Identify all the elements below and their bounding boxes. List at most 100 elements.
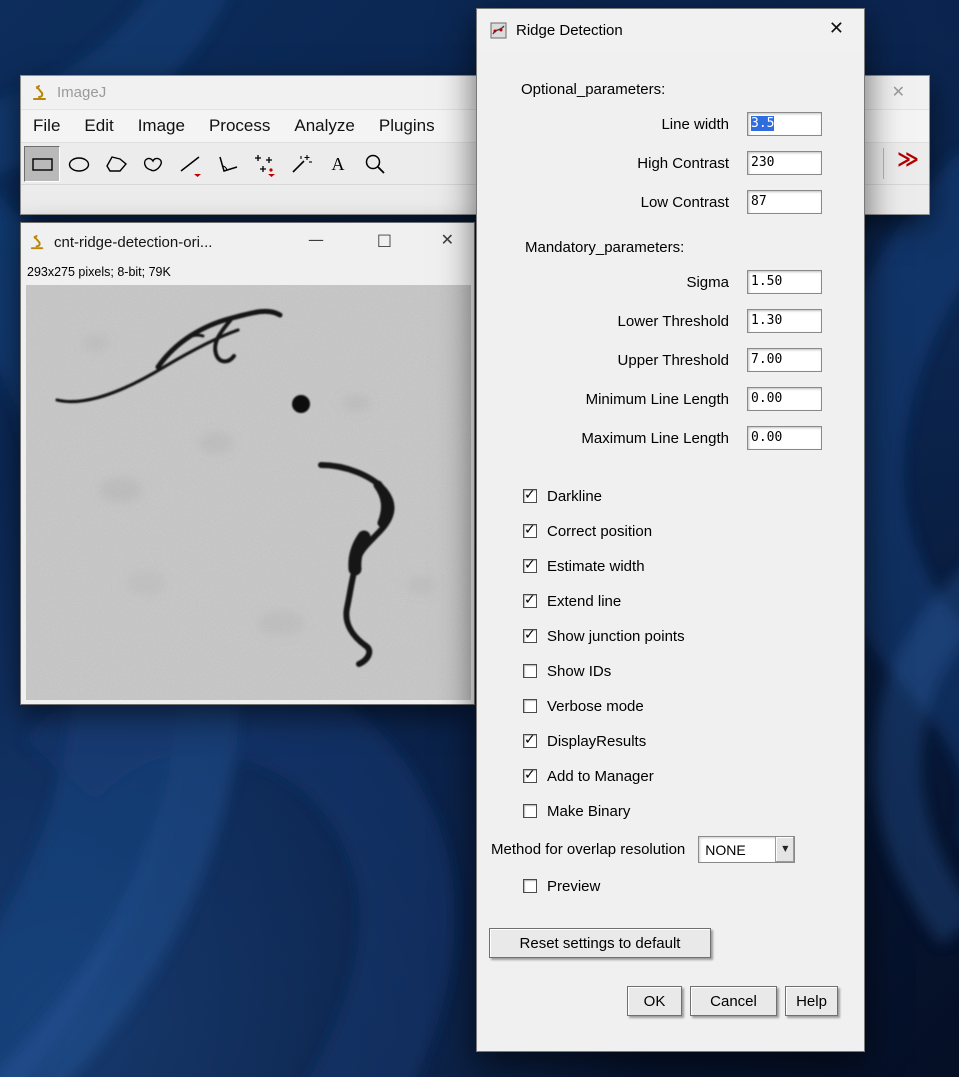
point-tool-button[interactable] — [246, 146, 282, 182]
menu-process[interactable]: Process — [209, 116, 270, 136]
field-row: Maximum Line Length 0.00 — [477, 425, 864, 451]
image-window-titlebar[interactable]: cnt-ridge-detection-ori... — □ ✕ — [21, 223, 474, 261]
rectangle-tool-button[interactable] — [24, 145, 60, 182]
lower-threshold-field[interactable]: 1.30 — [747, 309, 822, 333]
checkbox-show-ids[interactable]: Show IDs — [523, 660, 864, 682]
imagej-microscope-icon — [31, 84, 49, 102]
image-window-close-icon[interactable]: ✕ — [441, 232, 454, 248]
image-window-title: cnt-ridge-detection-ori... — [54, 233, 213, 251]
field-row: Low Contrast 87 — [477, 189, 864, 215]
menu-plugins[interactable]: Plugins — [379, 116, 435, 136]
imagej-window-title: ImageJ — [57, 84, 107, 101]
point-icon — [255, 154, 275, 177]
checkbox-verbose-mode[interactable]: Verbose mode — [523, 695, 864, 717]
menu-file[interactable]: File — [33, 116, 60, 136]
image-status-text: 293x275 pixels; 8-bit; 79K — [27, 265, 171, 279]
help-button[interactable]: Help — [785, 986, 838, 1016]
line-width-field[interactable]: 3.5 — [747, 112, 822, 136]
checkbox-make-binary[interactable]: Make Binary — [523, 800, 864, 822]
cancel-button[interactable]: Cancel — [690, 986, 777, 1016]
wand-icon — [292, 154, 312, 173]
menu-image[interactable]: Image — [138, 116, 185, 136]
freehand-icon — [143, 157, 163, 171]
dropdown-selected-value: NONE — [705, 841, 746, 858]
ridge-detection-dialog: Ridge Detection ✕ Optional_parameters: L… — [476, 8, 865, 1052]
oval-tool-button[interactable] — [61, 146, 97, 182]
minimize-icon[interactable]: — — [308, 232, 324, 248]
checkbox-group: Darkline Correct position Estimate width… — [477, 485, 864, 822]
checkbox-box[interactable] — [523, 732, 537, 748]
oval-icon — [68, 156, 90, 172]
checkbox-box[interactable] — [523, 487, 537, 503]
more-tools-icon[interactable]: ≫ — [897, 149, 919, 170]
checkbox-box[interactable] — [523, 664, 537, 678]
dialog-button-row: OK Cancel Help — [477, 986, 864, 1016]
field-row: High Contrast 230 — [477, 150, 864, 176]
field-row: Lower Threshold 1.30 — [477, 308, 864, 334]
high-contrast-label: High Contrast — [637, 154, 729, 172]
dialog-title: Ridge Detection — [516, 21, 623, 39]
checkbox-box[interactable] — [523, 522, 537, 538]
overlap-resolution-row: Method for overlap resolution NONE ▼ — [491, 835, 864, 863]
field-row: Minimum Line Length 0.00 — [477, 386, 864, 412]
minimum-line-length-field[interactable]: 0.00 — [747, 387, 822, 411]
ridge-detection-icon — [490, 22, 507, 39]
optional-parameters-header: Optional_parameters: — [521, 81, 666, 98]
checkbox-extend-line[interactable]: Extend line — [523, 590, 864, 612]
freehand-tool-button[interactable] — [135, 146, 171, 182]
angle-tool-button[interactable] — [209, 146, 245, 182]
line-icon — [180, 155, 201, 177]
image-canvas[interactable] — [26, 285, 471, 700]
checkbox-box[interactable] — [523, 557, 537, 573]
dialog-titlebar[interactable]: Ridge Detection ✕ — [477, 9, 864, 51]
minimum-line-length-label: Minimum Line Length — [585, 390, 729, 408]
reset-settings-button[interactable]: Reset settings to default — [489, 928, 711, 958]
menu-edit[interactable]: Edit — [84, 116, 113, 136]
dialog-close-icon[interactable]: ✕ — [829, 20, 844, 38]
checkbox-box[interactable] — [523, 879, 537, 893]
checkbox-darkline[interactable]: Darkline — [523, 485, 864, 507]
low-contrast-field[interactable]: 87 — [747, 190, 822, 214]
upper-threshold-field[interactable]: 7.00 — [747, 348, 822, 372]
zoom-tool-button[interactable] — [357, 146, 393, 182]
checkbox-preview[interactable]: Preview — [523, 875, 864, 897]
sigma-field[interactable]: 1.50 — [747, 270, 822, 294]
high-contrast-field[interactable]: 230 — [747, 151, 822, 175]
checkbox-box[interactable] — [523, 627, 537, 643]
line-tool-button[interactable] — [172, 146, 208, 182]
magnifier-icon — [365, 154, 385, 174]
rectangle-icon — [32, 157, 53, 171]
polygon-tool-button[interactable] — [98, 146, 134, 182]
line-width-label: Line width — [661, 115, 729, 133]
checkbox-correct-position[interactable]: Correct position — [523, 520, 864, 542]
maximum-line-length-field[interactable]: 0.00 — [747, 426, 822, 450]
low-contrast-label: Low Contrast — [640, 193, 729, 211]
checkbox-display-results[interactable]: DisplayResults — [523, 730, 864, 752]
checkbox-add-to-manager[interactable]: Add to Manager — [523, 765, 864, 787]
sigma-label: Sigma — [686, 273, 729, 291]
nanotube-image — [26, 285, 471, 700]
checkbox-show-junction-points[interactable]: Show junction points — [523, 625, 864, 647]
maximum-line-length-label: Maximum Line Length — [581, 429, 729, 447]
checkbox-box[interactable] — [523, 804, 537, 818]
overlap-method-dropdown[interactable]: NONE ▼ — [698, 835, 796, 863]
text-tool-button[interactable]: A — [320, 146, 356, 182]
checkbox-box[interactable] — [523, 767, 537, 783]
toolbar-separator — [883, 148, 884, 179]
checkbox-box[interactable] — [523, 699, 537, 713]
checkbox-box[interactable] — [523, 592, 537, 608]
menu-analyze[interactable]: Analyze — [294, 116, 354, 136]
text-icon: A — [332, 154, 345, 174]
lower-threshold-label: Lower Threshold — [617, 312, 729, 330]
ok-button[interactable]: OK — [627, 986, 682, 1016]
polygon-icon — [106, 155, 127, 172]
maximize-icon[interactable]: □ — [377, 232, 392, 248]
checkbox-estimate-width[interactable]: Estimate width — [523, 555, 864, 577]
image-window: cnt-ridge-detection-ori... — □ ✕ 293x275… — [20, 222, 475, 705]
overlap-resolution-label: Method for overlap resolution — [491, 840, 686, 858]
field-row: Sigma 1.50 — [477, 269, 864, 295]
image-window-icon — [29, 234, 46, 251]
wand-tool-button[interactable] — [283, 146, 319, 182]
imagej-close-icon[interactable]: ✕ — [892, 84, 905, 100]
dropdown-button[interactable]: ▼ — [775, 836, 795, 862]
